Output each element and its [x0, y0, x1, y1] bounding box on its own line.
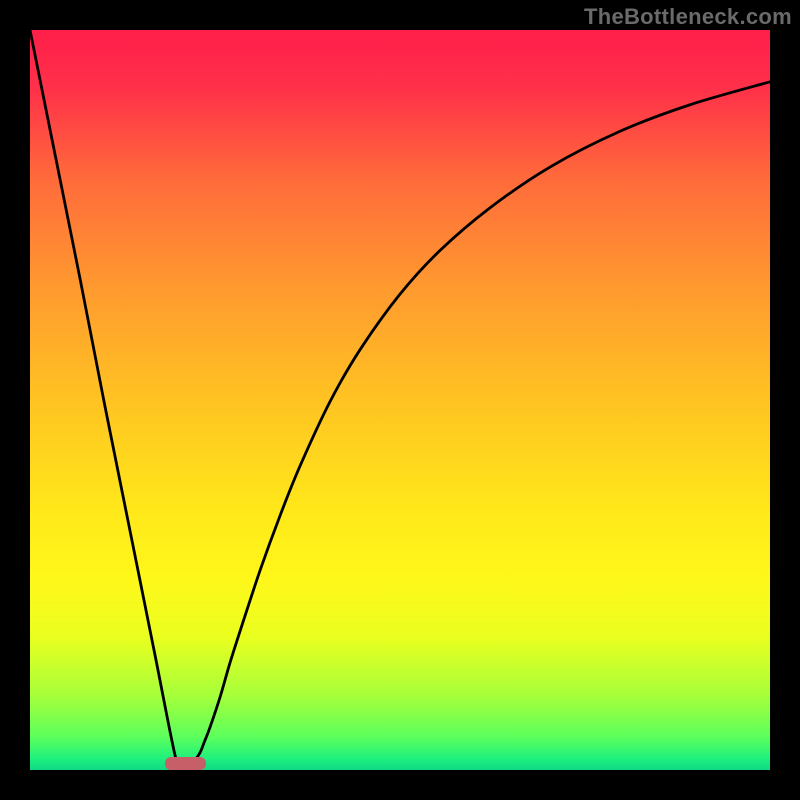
optimal-range-marker: [165, 757, 206, 770]
attribution-text: TheBottleneck.com: [584, 4, 792, 30]
chart-frame: TheBottleneck.com: [0, 0, 800, 800]
bottleneck-curve: [30, 30, 770, 770]
plot-area: [30, 30, 770, 770]
